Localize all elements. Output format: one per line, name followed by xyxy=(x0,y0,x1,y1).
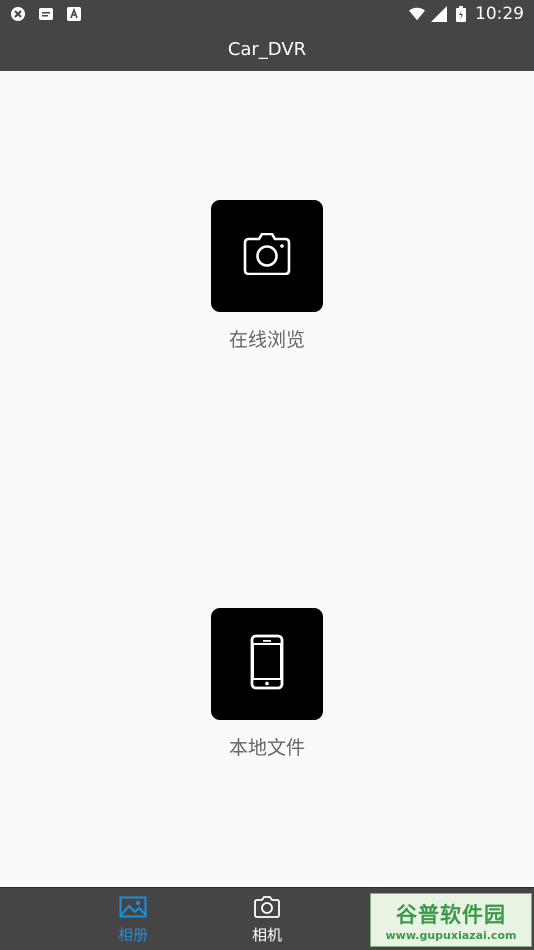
camera-icon xyxy=(254,896,280,922)
a-icon xyxy=(66,6,82,22)
status-time: 10:29 xyxy=(475,4,524,24)
status-left-icons xyxy=(10,6,82,22)
status-right: 10:29 xyxy=(409,4,524,24)
tab-camera[interactable]: 相机 xyxy=(227,896,307,945)
sync-icon xyxy=(10,6,26,22)
main-content: 在线浏览 本地文件 xyxy=(0,71,534,887)
watermark-url: www.gupuxiazai.com xyxy=(385,928,517,942)
album-icon xyxy=(119,896,147,922)
wifi-icon xyxy=(409,6,425,22)
watermark-logo: 谷普软件园 www.gupuxiazai.com xyxy=(370,893,532,947)
app-bar: Car_DVR xyxy=(0,28,534,71)
tab-album[interactable]: 相册 xyxy=(93,896,173,945)
watermark-main: 谷普软件园 xyxy=(396,902,506,927)
app-title: Car_DVR xyxy=(227,39,307,60)
phone-icon xyxy=(250,634,284,694)
tab-camera-label: 相机 xyxy=(251,926,282,944)
online-browse-button[interactable] xyxy=(211,200,323,312)
online-browse-label: 在线浏览 xyxy=(228,329,305,351)
message-icon xyxy=(38,6,54,22)
battery-icon xyxy=(453,6,469,22)
signal-icon xyxy=(431,6,447,22)
status-bar: 10:29 xyxy=(0,0,534,28)
camera-icon xyxy=(243,232,291,279)
local-files-button[interactable] xyxy=(211,608,323,720)
tab-album-label: 相册 xyxy=(117,926,148,944)
local-files-label: 本地文件 xyxy=(228,737,305,759)
